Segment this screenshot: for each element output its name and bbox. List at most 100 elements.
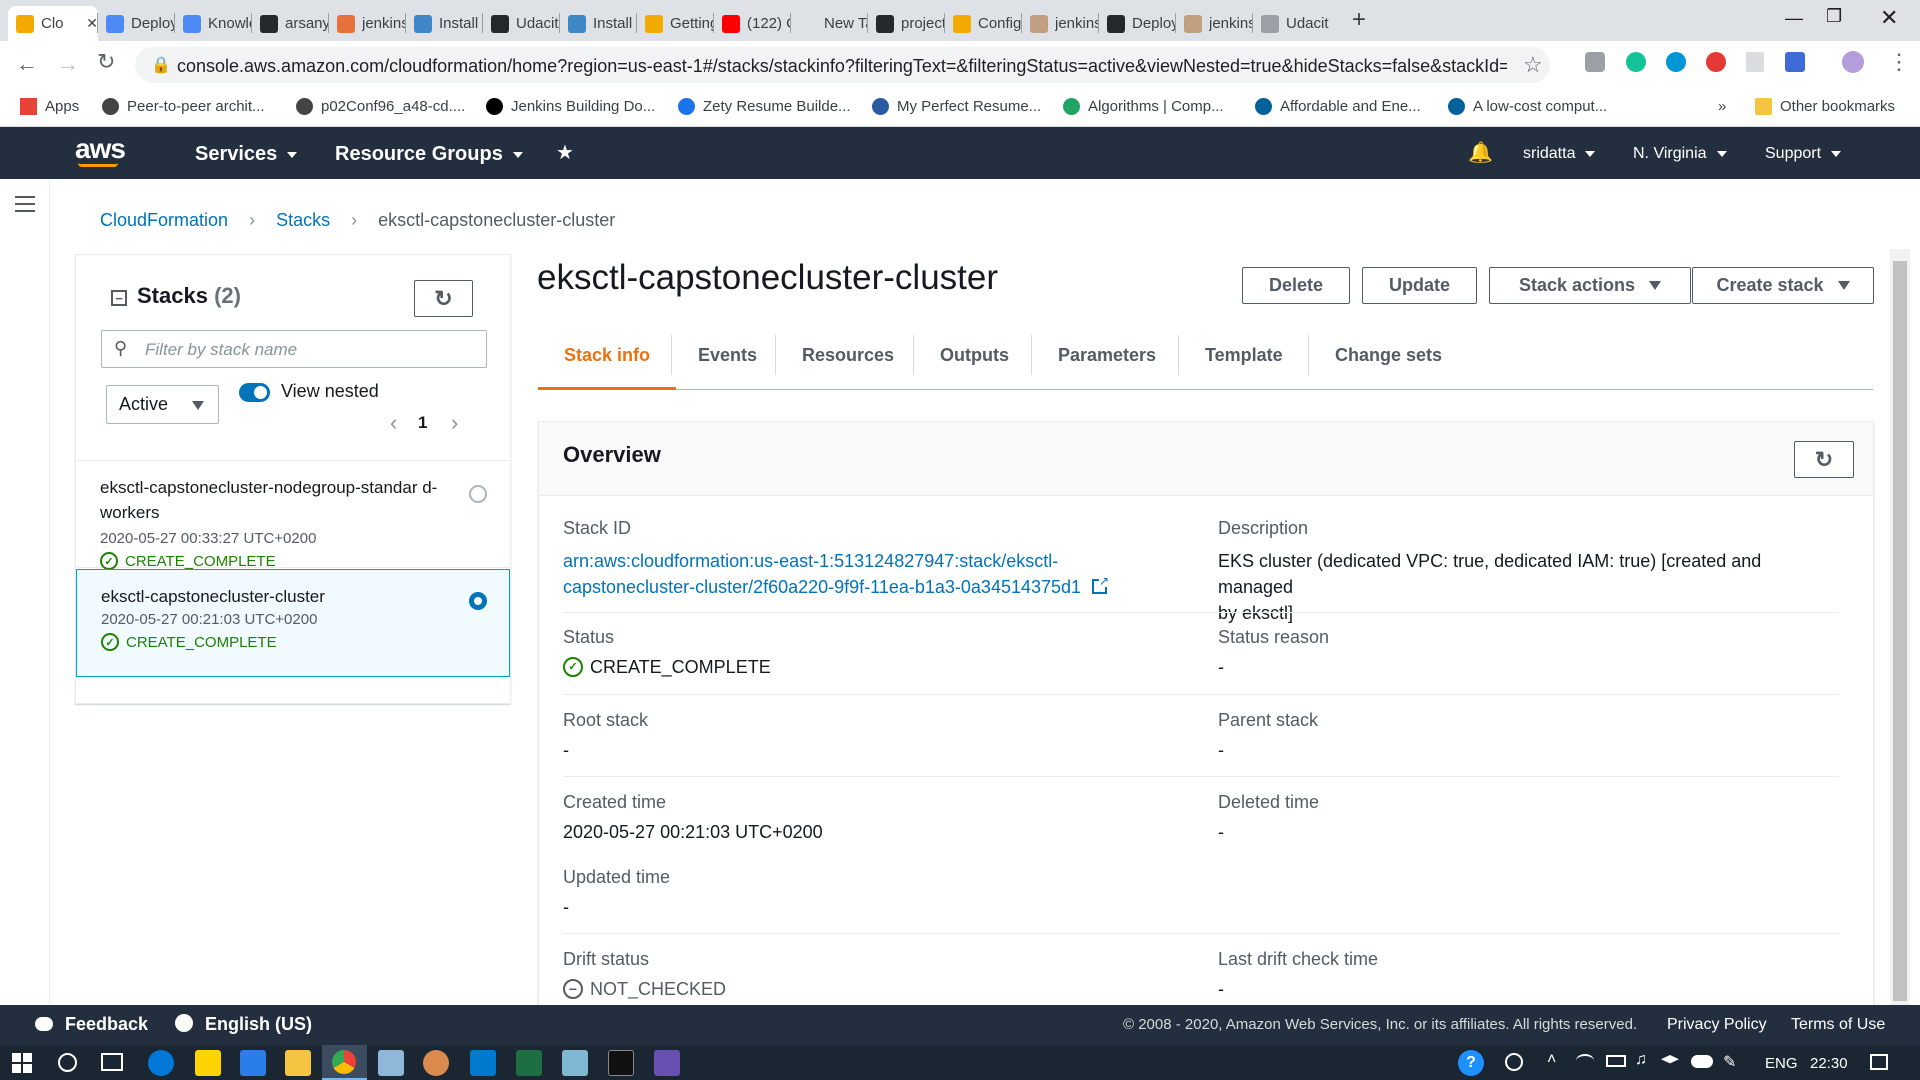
aws-logo[interactable]: aws: [75, 133, 126, 165]
extension-icon[interactable]: [1585, 52, 1605, 72]
download-icon[interactable]: [1785, 52, 1805, 72]
notifications-icon[interactable]: [1870, 1054, 1888, 1070]
jenkins-icon[interactable]: [423, 1050, 449, 1076]
browser-tab[interactable]: Udacit: [1253, 6, 1330, 41]
stack-item-name[interactable]: eksctl-capstonecluster-cluster: [101, 584, 485, 609]
url-text[interactable]: console.aws.amazon.com/cloudformation/ho…: [177, 56, 1507, 77]
tab-events[interactable]: Events: [672, 335, 783, 390]
profile-avatar[interactable]: [1842, 51, 1864, 73]
chrome-taskbar-item[interactable]: [322, 1045, 367, 1080]
stack-id-line2[interactable]: capstonecluster-cluster/2f60a220-9f9f-11…: [563, 577, 1081, 597]
resource-groups-menu[interactable]: Resource Groups: [335, 143, 523, 166]
close-window-icon[interactable]: ✕: [1880, 5, 1898, 31]
dropbox-icon[interactable]: [1661, 1055, 1679, 1064]
browser-tab[interactable]: (122) C: [714, 6, 791, 41]
refresh-stacks-button[interactable]: ↻: [414, 280, 473, 317]
bookmark-item[interactable]: Algorithms | Comp...: [1063, 98, 1224, 115]
browser-tab[interactable]: Config: [945, 6, 1022, 41]
vscode-icon[interactable]: [470, 1050, 496, 1076]
edge-icon[interactable]: [148, 1050, 174, 1076]
status-filter-select[interactable]: Active: [106, 385, 219, 424]
browser-tab[interactable]: Getting: [637, 6, 714, 41]
lock-icon[interactable]: 🔒: [151, 55, 171, 75]
stack-radio[interactable]: [469, 485, 487, 503]
bookmark-item[interactable]: Affordable and Ene...: [1255, 98, 1421, 115]
stack-id-line1[interactable]: arn:aws:cloudformation:us-east-1:5131248…: [563, 548, 1107, 574]
browser-tab[interactable]: project: [868, 6, 945, 41]
browser-tab[interactable]: jenkins: [1022, 6, 1099, 41]
people-icon[interactable]: [1505, 1053, 1523, 1071]
update-button[interactable]: Update: [1362, 267, 1477, 304]
other-bookmarks[interactable]: Other bookmarks: [1755, 98, 1895, 115]
back-icon[interactable]: ←: [16, 51, 38, 77]
more-bookmarks-icon[interactable]: »: [1718, 98, 1726, 115]
tab-change-sets[interactable]: Change sets: [1309, 335, 1468, 390]
bookmark-item[interactable]: My Perfect Resume...: [872, 98, 1041, 115]
browser-tab[interactable]: Install: [560, 6, 637, 41]
hamburger-menu-icon[interactable]: [15, 196, 35, 212]
tab-parameters[interactable]: Parameters: [1032, 335, 1182, 390]
language-selector[interactable]: English (US): [175, 1014, 312, 1035]
excel-icon[interactable]: [516, 1050, 542, 1076]
feedback-link[interactable]: Feedback: [35, 1014, 148, 1035]
breadcrumb-cloudformation[interactable]: CloudFormation: [100, 210, 228, 230]
cortana-search-icon[interactable]: [58, 1053, 77, 1072]
user-menu[interactable]: sridatta: [1523, 145, 1596, 163]
stack-item-name[interactable]: eksctl-capstonecluster-nodegroup-standar…: [100, 475, 440, 525]
pen-icon[interactable]: ✎: [1723, 1052, 1736, 1072]
tab-outputs[interactable]: Outputs: [914, 335, 1035, 390]
stack-filter-input[interactable]: ⚲ Filter by stack name: [101, 330, 487, 368]
browser-tab-active[interactable]: Clo ✕: [8, 6, 98, 41]
browser-tab[interactable]: Knowle: [175, 6, 252, 41]
terminal-icon[interactable]: [608, 1050, 634, 1076]
stack-list-item[interactable]: eksctl-capstonecluster-nodegroup-standar…: [76, 461, 510, 570]
volume-icon[interactable]: ♫: [1635, 1051, 1647, 1069]
blocker-icon[interactable]: [1706, 52, 1726, 72]
tab-template[interactable]: Template: [1179, 335, 1309, 390]
terms-of-use-link[interactable]: Terms of Use: [1791, 1016, 1885, 1034]
hp-icon[interactable]: [1666, 52, 1686, 72]
create-stack-button[interactable]: Create stack: [1692, 267, 1874, 304]
url-bar[interactable]: 🔒 console.aws.amazon.com/cloudformation/…: [135, 47, 1550, 83]
tab-resources[interactable]: Resources: [776, 335, 920, 390]
bookmark-item[interactable]: Peer-to-peer archit...: [102, 98, 265, 115]
forward-icon[interactable]: →: [57, 51, 79, 77]
virtualbox-icon[interactable]: [378, 1050, 404, 1076]
browser-tab[interactable]: jenkins: [1176, 6, 1253, 41]
bookmark-item[interactable]: p02Conf96_a48-cd....: [296, 98, 465, 115]
bookmark-item[interactable]: Zety Resume Builde...: [678, 98, 851, 115]
help-icon[interactable]: ?: [1458, 1050, 1484, 1076]
input-language[interactable]: ENG: [1765, 1055, 1798, 1072]
region-menu[interactable]: N. Virginia: [1633, 145, 1727, 163]
battery-icon[interactable]: [1606, 1055, 1626, 1067]
next-page-icon[interactable]: ›: [451, 410, 458, 436]
services-menu[interactable]: Services: [195, 143, 298, 166]
browser-tab[interactable]: Deploy: [98, 6, 175, 41]
sticky-notes-icon[interactable]: [195, 1050, 221, 1076]
app-icon[interactable]: [562, 1050, 588, 1076]
collapse-icon[interactable]: −: [111, 290, 127, 306]
restore-icon[interactable]: ❐: [1826, 6, 1842, 27]
star-bookmark-icon[interactable]: ☆: [1523, 52, 1543, 78]
browser-tab[interactable]: New Tab: [791, 6, 868, 41]
apps-bookmark[interactable]: Apps: [20, 98, 79, 115]
file-explorer-icon[interactable]: [285, 1050, 311, 1076]
view-nested-toggle[interactable]: [239, 383, 270, 402]
support-menu[interactable]: Support: [1765, 145, 1842, 163]
stack-id-link[interactable]: arn:aws:cloudformation:us-east-1:5131248…: [563, 548, 1110, 600]
browser-tab[interactable]: jenkins: [329, 6, 406, 41]
prev-page-icon[interactable]: ‹: [390, 410, 397, 436]
breadcrumb-stacks[interactable]: Stacks: [276, 210, 330, 230]
document-icon[interactable]: [1746, 52, 1764, 72]
bell-icon[interactable]: 🔔: [1468, 140, 1493, 165]
cloud-icon[interactable]: [1691, 1055, 1713, 1068]
vpn-icon[interactable]: [654, 1050, 680, 1076]
windows-start-icon[interactable]: [12, 1053, 32, 1073]
browser-tab[interactable]: Install: [406, 6, 483, 41]
external-link-icon[interactable]: ↗: [1092, 575, 1110, 594]
delete-button[interactable]: Delete: [1242, 267, 1350, 304]
stack-list-item-selected[interactable]: eksctl-capstonecluster-cluster 2020-05-2…: [76, 569, 510, 677]
tab-stack-info[interactable]: Stack info: [538, 335, 677, 390]
browser-tab[interactable]: Udacit: [483, 6, 560, 41]
wifi-icon[interactable]: [1576, 1054, 1594, 1068]
